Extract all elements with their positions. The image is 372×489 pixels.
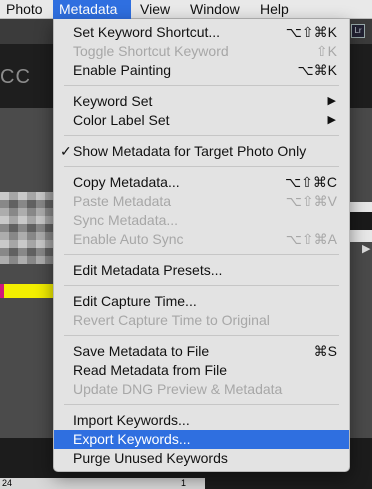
menu-item-enable-auto-sync: Enable Auto Sync ⌥⇧⌘A <box>73 231 337 247</box>
menu-item-keyword-set[interactable]: Keyword Set ▶ <box>54 92 349 111</box>
menu-item-show-metadata-target-photo[interactable]: ✓ Show Metadata for Target Photo Only <box>54 142 349 161</box>
menu-separator <box>64 335 339 336</box>
shortcut-label: ⌥⇧⌘C <box>285 174 337 190</box>
shortcut-label: ⌘S <box>313 343 337 359</box>
menu-item-copy-metadata[interactable]: Copy Metadata... ⌥⇧⌘C <box>54 173 349 192</box>
status-bar: 24 1 <box>0 478 205 489</box>
right-arrow-icon[interactable]: ▶ <box>362 242 370 255</box>
menu-metadata[interactable]: Metadata <box>53 0 131 19</box>
menu-item-export-keywords[interactable]: Export Keywords... <box>54 430 349 449</box>
shortcut-label: ⌥⇧⌘A <box>285 231 337 247</box>
menu-item-sync-metadata: Sync Metadata... <box>73 212 179 228</box>
status-count: 24 <box>2 478 13 488</box>
menu-help[interactable]: Help <box>254 0 295 19</box>
menu-bar: Photo Metadata View Window Help <box>0 0 372 19</box>
menu-item-save-metadata-to-file[interactable]: Save Metadata to File ⌘S <box>54 342 349 361</box>
app-brand: CC <box>0 66 31 88</box>
menu-item-read-metadata-from-file[interactable]: Read Metadata from File <box>54 361 349 380</box>
photo-thumbnail[interactable] <box>0 192 55 264</box>
menu-item-color-label-set[interactable]: Color Label Set ▶ <box>54 111 349 130</box>
menu-view[interactable]: View <box>134 0 176 19</box>
shortcut-label: ⌥⇧⌘K <box>285 24 337 40</box>
menu-separator <box>64 166 339 167</box>
menu-window[interactable]: Window <box>184 0 246 19</box>
menu-item-update-dng-preview: Update DNG Preview & Metadata <box>73 381 283 397</box>
checkmark-icon: ✓ <box>60 143 72 159</box>
menu-item-set-keyword-shortcut[interactable]: Set Keyword Shortcut... ⌥⇧⌘K <box>54 23 349 42</box>
color-label-bar <box>0 284 55 298</box>
menu-separator <box>64 254 339 255</box>
status-page: 1 <box>181 478 187 488</box>
menu-separator <box>64 404 339 405</box>
submenu-arrow-icon: ▶ <box>327 114 336 126</box>
menu-item-import-keywords[interactable]: Import Keywords... <box>54 411 349 430</box>
menu-item-enable-painting[interactable]: Enable Painting ⌥⌘K <box>54 61 349 80</box>
left-panel <box>0 108 55 438</box>
right-panel <box>349 108 372 438</box>
shortcut-label: ⇧K <box>315 43 337 59</box>
lightroom-badge-icon: Lr <box>351 24 365 38</box>
menu-separator <box>64 285 339 286</box>
menu-item-purge-unused-keywords[interactable]: Purge Unused Keywords <box>54 449 349 468</box>
right-thumbnail[interactable] <box>349 202 372 242</box>
menu-photo[interactable]: Photo <box>0 0 49 19</box>
menu-item-paste-metadata: Paste Metadata ⌥⇧⌘V <box>73 193 337 209</box>
submenu-arrow-icon: ▶ <box>327 95 336 107</box>
menu-item-toggle-shortcut-keyword: Toggle Shortcut Keyword ⇧K <box>73 43 337 59</box>
shortcut-label: ⌥⇧⌘V <box>285 193 337 209</box>
shortcut-label: ⌥⌘K <box>297 62 337 78</box>
metadata-menu: Set Keyword Shortcut... ⌥⇧⌘K Toggle Shor… <box>53 19 350 472</box>
menu-separator <box>64 135 339 136</box>
menu-item-edit-metadata-presets[interactable]: Edit Metadata Presets... <box>54 261 349 280</box>
menu-item-revert-capture-time: Revert Capture Time to Original <box>73 312 270 328</box>
menu-item-edit-capture-time[interactable]: Edit Capture Time... <box>54 292 349 311</box>
menu-separator <box>64 85 339 86</box>
